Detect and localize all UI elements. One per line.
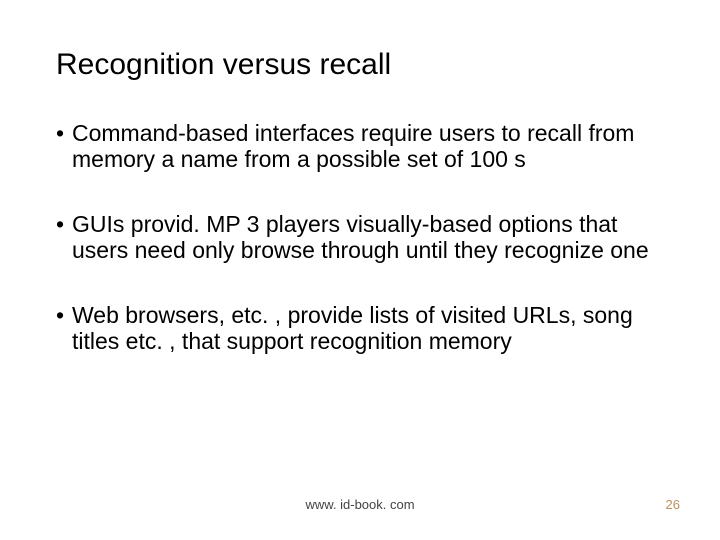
- list-item: GUIs provid. MP 3 players visually-based…: [56, 211, 664, 264]
- page-number: 26: [666, 497, 680, 512]
- slide: Recognition versus recall Command-based …: [0, 0, 720, 540]
- footer: www. id-book. com 26: [0, 497, 720, 512]
- slide-title: Recognition versus recall: [56, 48, 664, 82]
- bullet-list: Command-based interfaces require users t…: [56, 120, 664, 355]
- list-item: Command-based interfaces require users t…: [56, 120, 664, 173]
- footer-url: www. id-book. com: [0, 497, 720, 512]
- list-item: Web browsers, etc. , provide lists of vi…: [56, 302, 664, 355]
